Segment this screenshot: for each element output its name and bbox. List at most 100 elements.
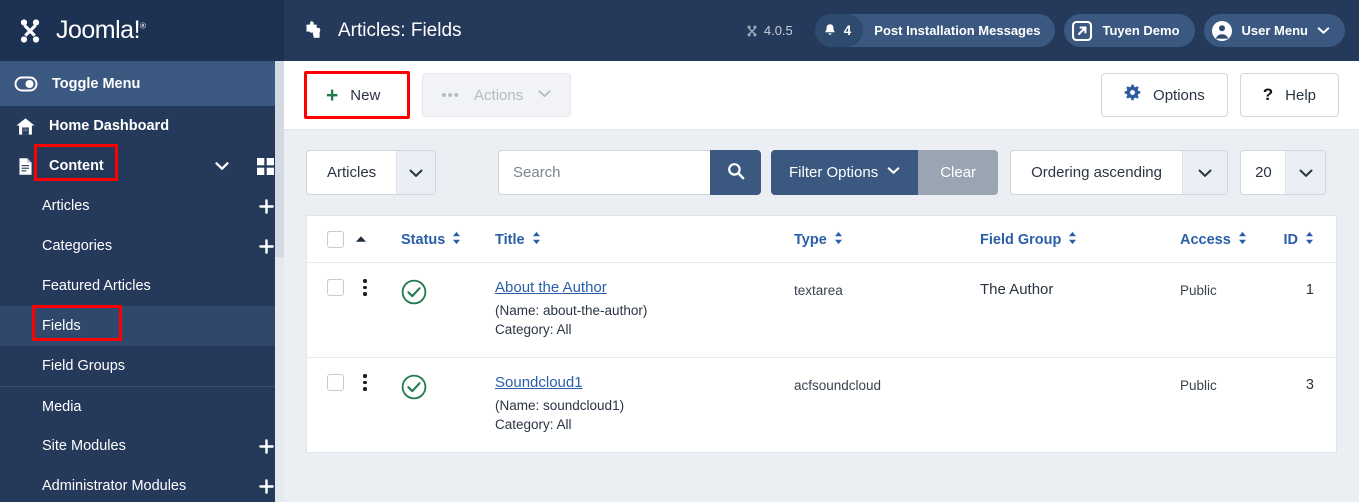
sidebar-item-label: Field Groups <box>42 358 126 374</box>
chevron-down-icon <box>1285 151 1326 194</box>
search-group <box>498 150 761 195</box>
check-circle-icon[interactable] <box>401 374 427 400</box>
external-link-icon <box>1071 20 1093 42</box>
help-button[interactable]: ? Help <box>1239 73 1339 117</box>
sidebar-item-featured-articles[interactable]: Featured Articles <box>0 266 284 306</box>
sort-icon <box>1305 231 1314 249</box>
sidebar-scrollbar[interactable] <box>275 61 284 502</box>
sidebar: Joomla!® Toggle Menu Home Dashboard Cont… <box>0 0 284 502</box>
row-status-cell <box>401 262 495 358</box>
column-header-id[interactable]: ID <box>1280 216 1336 263</box>
sidebar-item-field-groups[interactable]: Field Groups <box>0 346 284 386</box>
row-checkbox-cell <box>307 358 355 453</box>
sidebar-item-articles[interactable]: Articles <box>0 186 284 226</box>
check-circle-icon[interactable] <box>401 279 427 305</box>
ellipsis-icon: ••• <box>441 86 461 104</box>
sidebar-scrollbar-thumb[interactable] <box>275 61 284 257</box>
sidebar-item-administrator-modules[interactable]: Administrator Modules <box>0 466 284 502</box>
user-menu-button[interactable]: User Menu <box>1203 14 1345 47</box>
row-checkbox[interactable] <box>327 279 344 296</box>
ordering-select[interactable]: Ordering ascending <box>1010 150 1229 195</box>
context-select[interactable]: Articles <box>306 150 436 195</box>
plus-icon[interactable] <box>259 478 274 494</box>
column-header-ordering[interactable] <box>355 216 401 263</box>
toggle-switch-icon <box>14 72 38 96</box>
sidebar-item-label: Categories <box>42 238 113 254</box>
vertical-dots-icon[interactable] <box>355 374 375 391</box>
sort-icon <box>834 231 843 249</box>
user-menu-label: User Menu <box>1241 23 1308 38</box>
select-all-checkbox[interactable] <box>327 230 344 248</box>
column-header-type[interactable]: Type <box>794 216 980 263</box>
options-button[interactable]: Options <box>1101 73 1228 117</box>
new-button[interactable]: + New <box>308 75 407 115</box>
version-text: 4.0.5 <box>763 23 793 38</box>
brand-header[interactable]: Joomla!® <box>0 0 284 61</box>
sort-icon <box>452 231 461 249</box>
clear-filters-button[interactable]: Clear <box>918 150 999 195</box>
row-checkbox[interactable] <box>327 374 344 391</box>
column-header-field-group[interactable]: Field Group <box>980 216 1180 263</box>
sort-icon <box>1068 231 1077 249</box>
sidebar-item-label: Articles <box>42 198 90 214</box>
sidebar-item-label: Home Dashboard <box>49 118 170 134</box>
post-installation-messages-button[interactable]: 4 Post Installation Messages <box>814 14 1056 47</box>
search-input[interactable] <box>498 150 710 195</box>
column-header-status[interactable]: Status <box>401 216 495 263</box>
column-header-access[interactable]: Access <box>1180 216 1280 263</box>
column-header-title[interactable]: Title <box>495 216 794 263</box>
field-category-line: Category: All <box>495 322 572 337</box>
row-type-cell: textarea <box>794 262 980 358</box>
search-button[interactable] <box>710 150 761 195</box>
row-title-cell: About the Author (Name: about-the-author… <box>495 262 794 358</box>
row-id-cell: 1 <box>1280 262 1336 358</box>
sidebar-item-site-modules[interactable]: Site Modules <box>0 426 284 466</box>
action-toolbar: + New ••• Actions Options ? Help <box>284 61 1359 130</box>
row-menu-cell <box>355 358 401 453</box>
column-header-label: Field Group <box>980 232 1062 248</box>
list-limit-select[interactable]: 20 <box>1240 150 1327 195</box>
plus-icon: + <box>326 83 339 107</box>
row-menu-cell <box>355 262 401 358</box>
filter-options-button[interactable]: Filter Options <box>771 150 919 195</box>
row-field-group-cell <box>980 358 1180 453</box>
joomla-mark-icon <box>745 24 759 38</box>
toggle-menu-button[interactable]: Toggle Menu <box>0 61 284 106</box>
sidebar-item-content[interactable]: Content <box>0 146 284 186</box>
column-header-label: Access <box>1180 232 1231 248</box>
site-link-button[interactable]: Tuyen Demo <box>1064 14 1195 47</box>
table-header-row: Status Title Type Field Group Access ID <box>307 216 1336 263</box>
notification-count: 4 <box>843 23 852 38</box>
actions-dropdown-button[interactable]: ••• Actions <box>422 73 572 117</box>
main-area: Articles: Fields 4.0.5 4 Post Installati… <box>284 0 1359 502</box>
question-mark-icon: ? <box>1262 85 1274 104</box>
chevron-down-icon[interactable] <box>214 158 230 174</box>
new-button-annotation-highlight: + New <box>304 71 411 119</box>
chevron-down-icon <box>537 86 552 105</box>
plus-icon[interactable] <box>259 438 274 454</box>
list-limit-value: 20 <box>1255 164 1272 181</box>
joomla-logo-icon <box>14 15 46 47</box>
plus-icon[interactable] <box>259 198 274 214</box>
vertical-dots-icon[interactable] <box>355 279 375 296</box>
top-header-bar: Articles: Fields 4.0.5 4 Post Installati… <box>284 0 1359 61</box>
ordering-select-value: Ordering ascending <box>1031 164 1162 181</box>
plus-icon[interactable] <box>259 238 274 254</box>
sidebar-item-fields[interactable]: Fields <box>0 306 284 346</box>
sidebar-item-categories[interactable]: Categories <box>0 226 284 266</box>
context-select-value: Articles <box>327 164 377 181</box>
chevron-down-icon <box>1317 24 1330 37</box>
help-button-label: Help <box>1285 86 1316 104</box>
sidebar-item-home-dashboard[interactable]: Home Dashboard <box>0 106 284 146</box>
field-name-line: (Name: soundcloud1) <box>495 398 625 413</box>
sidebar-item-media[interactable]: Media <box>0 386 284 426</box>
page-title-text: Articles: Fields <box>338 19 462 41</box>
clear-button-label: Clear <box>940 164 977 181</box>
field-title-link[interactable]: About the Author <box>495 279 607 296</box>
joomla-admin-app: Joomla!® Toggle Menu Home Dashboard Cont… <box>0 0 1359 502</box>
field-title-link[interactable]: Soundcloud1 <box>495 374 583 391</box>
row-id-cell: 3 <box>1305 377 1314 393</box>
grid-dashboard-icon[interactable] <box>257 157 274 175</box>
notification-badge: 4 <box>814 14 864 47</box>
gear-icon <box>1124 84 1141 106</box>
